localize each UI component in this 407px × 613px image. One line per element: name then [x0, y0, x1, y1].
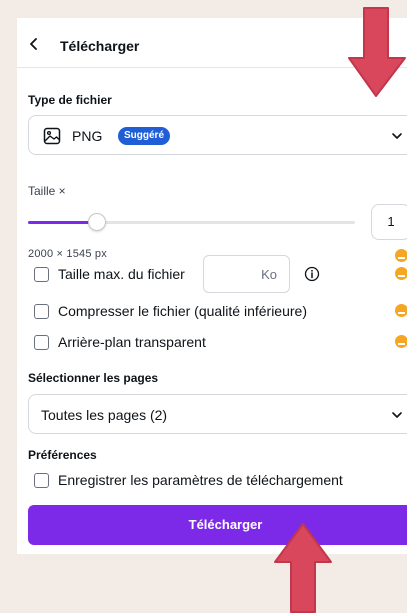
- max-size-label: Taille max. du fichier: [58, 266, 185, 282]
- save-settings-label: Enregistrer les paramètres de télécharge…: [58, 472, 343, 488]
- max-size-unit: Ko: [261, 267, 277, 282]
- max-size-checkbox[interactable]: [34, 266, 49, 282]
- file-type-value: PNG: [72, 128, 103, 144]
- compress-checkbox[interactable]: [34, 303, 49, 319]
- download-panel: Télécharger Type de fichier PNG Suggéré …: [17, 18, 407, 554]
- dimensions-text: 2000 × 1545 px: [28, 248, 107, 260]
- download-button[interactable]: Télécharger: [28, 505, 407, 545]
- file-type-label: Type de fichier: [28, 93, 112, 107]
- preferences-label: Préférences: [28, 448, 97, 462]
- compress-option[interactable]: Compresser le fichier (qualité inférieur…: [34, 300, 307, 322]
- info-icon[interactable]: [304, 266, 320, 282]
- save-settings-checkbox[interactable]: [34, 472, 49, 488]
- chevron-down-icon: [392, 412, 402, 418]
- size-input[interactable]: 1: [371, 204, 407, 240]
- pages-label: Sélectionner les pages: [28, 371, 159, 385]
- transparent-option[interactable]: Arrière-plan transparent: [34, 331, 206, 353]
- pages-select[interactable]: Toutes les pages (2): [28, 394, 407, 434]
- max-size-option[interactable]: Taille max. du fichier: [34, 263, 185, 285]
- arrow-down-icon: [348, 7, 406, 97]
- transparent-checkbox[interactable]: [34, 334, 49, 350]
- arrow-up-icon: [274, 523, 332, 613]
- panel-title: Télécharger: [60, 38, 140, 54]
- crown-icon: [395, 267, 407, 280]
- image-icon: [43, 127, 61, 145]
- crown-icon: [395, 249, 407, 262]
- chevron-down-icon: [392, 133, 402, 139]
- suggested-badge: Suggéré: [118, 127, 171, 145]
- pages-value: Toutes les pages (2): [41, 407, 168, 423]
- crown-icon: [395, 335, 407, 348]
- size-label: Taille ×: [28, 184, 66, 198]
- chevron-left-icon[interactable]: [29, 38, 39, 50]
- max-size-input[interactable]: Ko: [203, 255, 290, 293]
- file-type-select[interactable]: PNG Suggéré: [28, 115, 407, 155]
- transparent-label: Arrière-plan transparent: [58, 334, 206, 350]
- size-slider-thumb[interactable]: [87, 213, 106, 231]
- save-settings-option[interactable]: Enregistrer les paramètres de télécharge…: [34, 469, 343, 491]
- size-slider-fill: [28, 221, 97, 224]
- compress-label: Compresser le fichier (qualité inférieur…: [58, 303, 307, 319]
- crown-icon: [395, 304, 407, 317]
